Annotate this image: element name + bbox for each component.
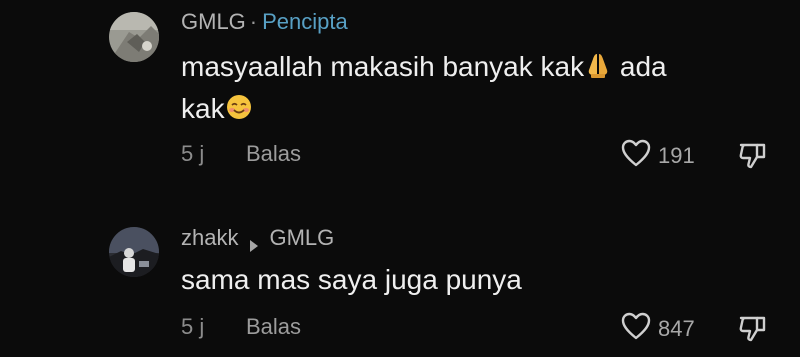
comment-text: sama mas saya juga punya [181, 264, 522, 295]
timestamp: 5 j [181, 314, 205, 339]
dislike-icon[interactable] [737, 139, 769, 176]
like-button[interactable]: 191 [620, 138, 695, 173]
heart-icon [620, 138, 652, 173]
like-button[interactable]: 847 [620, 311, 695, 346]
creator-badge: Pencipta [262, 9, 348, 34]
comment-actions: 5 j Balas 191 [0, 138, 800, 172]
comment-actions: 5 j Balas 847 [0, 311, 800, 345]
reply-arrow-icon [249, 232, 259, 252]
timestamp: 5 j [181, 141, 205, 166]
comment-item: GMLG · Pencipta masyaallah makasih banya… [0, 0, 800, 180]
comment-text-line1b: ada [612, 51, 667, 82]
smiling-face-icon [225, 92, 253, 131]
reply-to-username[interactable]: GMLG [269, 225, 334, 251]
reply-button[interactable]: Balas [246, 141, 301, 167]
username[interactable]: GMLG [181, 9, 246, 35]
like-count: 191 [658, 142, 695, 168]
comment-header: zhakk GMLG [181, 225, 334, 252]
like-count: 847 [658, 315, 695, 341]
comment-text-line1: masyaallah makasih banyak kak [181, 51, 585, 82]
comment-text-line2: kak [181, 93, 225, 124]
heart-icon [620, 311, 652, 346]
folded-hands-icon [584, 50, 612, 89]
comment-item: zhakk GMLG sama mas saya juga punya 5 j … [0, 215, 800, 357]
reply-button[interactable]: Balas [246, 314, 301, 340]
avatar[interactable] [109, 12, 159, 62]
dislike-icon[interactable] [737, 312, 769, 349]
comment-text: masyaallah makasih banyak kak ada kak [181, 47, 741, 131]
username[interactable]: zhakk [181, 225, 238, 251]
separator-dot: · [249, 9, 258, 34]
comment-header: GMLG · Pencipta [181, 9, 348, 35]
avatar[interactable] [109, 227, 159, 277]
